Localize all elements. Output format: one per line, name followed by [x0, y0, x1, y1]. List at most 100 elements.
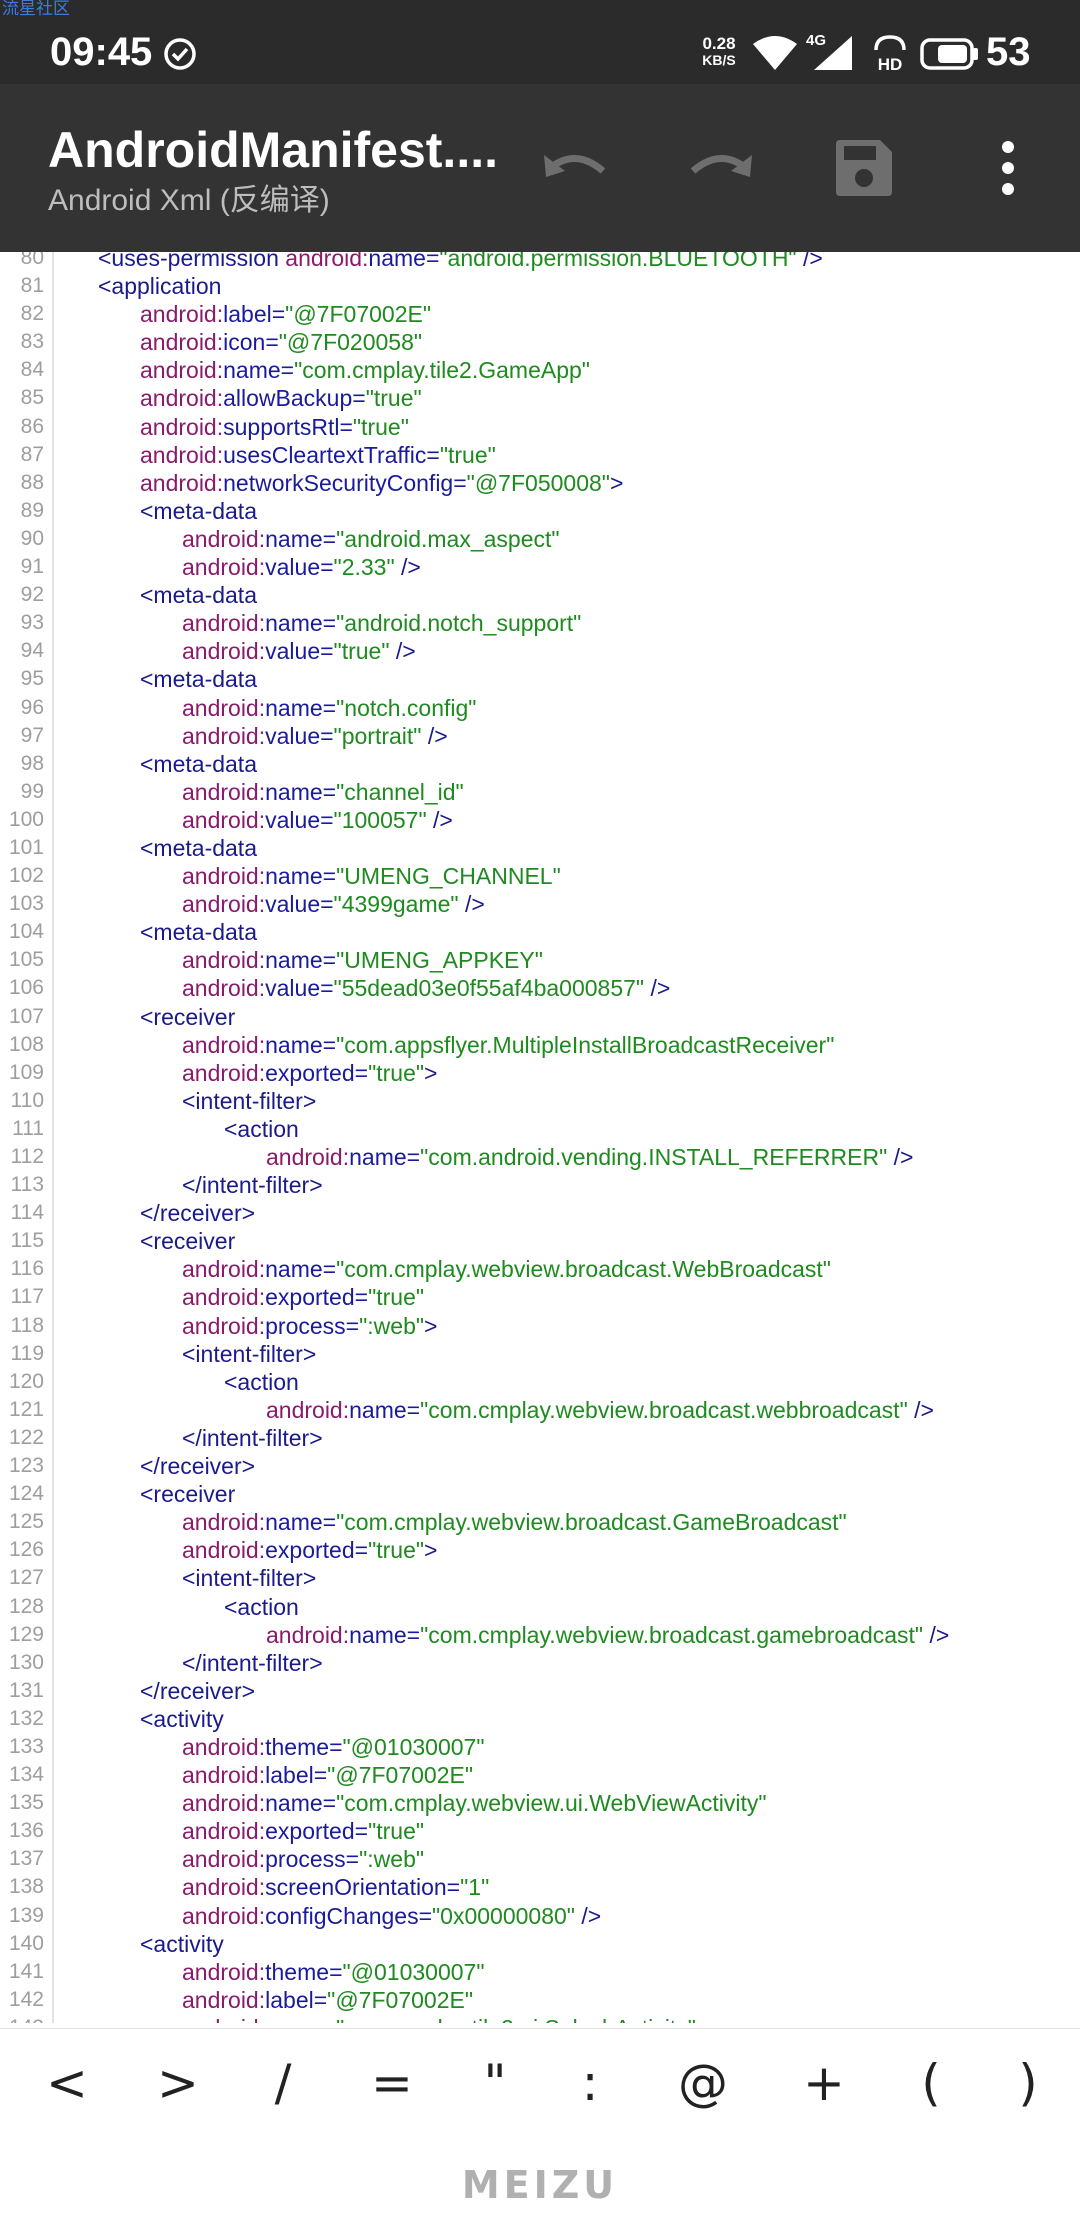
code-text: </intent-filter> — [182, 1649, 323, 1676]
line-number: 133 — [8, 1734, 44, 1758]
more-options-button[interactable] — [968, 128, 1048, 208]
symbol-key-less-than[interactable]: < — [32, 2043, 102, 2123]
code-text: android:name="UMENG_CHANNEL" — [182, 863, 561, 890]
line-number: 104 — [8, 920, 44, 944]
code-text: </receiver> — [140, 1453, 256, 1480]
code-editor[interactable]: 80 <uses-permission android:name="android… — [0, 252, 1080, 2028]
code-text: </intent-filter> — [182, 1424, 323, 1451]
code-line: 104 <meta-data — [0, 918, 1080, 946]
line-number: 129 — [8, 1622, 44, 1646]
line-number: 102 — [8, 864, 44, 888]
line-number: 92 — [20, 583, 44, 607]
battery-level: 53 — [986, 30, 1031, 74]
line-number: 106 — [8, 976, 44, 1000]
code-text: android:name="android.notch_support" — [182, 610, 582, 637]
line-number: 113 — [10, 1173, 44, 1197]
code-line: 130 </intent-filter> — [0, 1649, 1080, 1677]
code-line: 97 android:value="portrait" /> — [0, 722, 1080, 750]
code-line: 123 </receiver> — [0, 1452, 1080, 1480]
svg-text:HD: HD — [878, 55, 903, 74]
line-number: 93 — [20, 611, 44, 635]
code-line: 117 android:exported="true" — [0, 1283, 1080, 1311]
save-button[interactable] — [824, 128, 904, 208]
symbol-key-open-paren[interactable]: ( — [896, 2043, 966, 2123]
line-number: 115 — [10, 1229, 44, 1253]
line-number: 138 — [8, 1875, 44, 1899]
symbol-key-colon[interactable]: : — [555, 2043, 625, 2123]
code-text: android:exported="true"> — [182, 1537, 438, 1564]
line-number: 112 — [10, 1145, 44, 1168]
code-text: <meta-data — [140, 582, 257, 609]
undo-button[interactable] — [536, 128, 616, 208]
code-line: 85 android:allowBackup="true" — [0, 384, 1080, 412]
line-number: 90 — [20, 526, 44, 550]
status-time: 09:45 — [50, 30, 153, 74]
code-text: android:usesCleartextTraffic="true" — [140, 441, 496, 468]
code-text: android:label="@7F07002E" — [140, 301, 431, 328]
line-number: 99 — [20, 779, 44, 803]
line-number: 142 — [8, 1987, 44, 2011]
line-number: 81 — [20, 274, 44, 298]
code-text: android:name="com.appsflyer.MultipleInst… — [182, 1031, 835, 1058]
code-line: 87 android:usesCleartextTraffic="true" — [0, 441, 1080, 469]
code-text: android:networkSecurityConfig="@7F050008… — [140, 469, 624, 496]
code-line: 127 <intent-filter> — [0, 1564, 1080, 1592]
code-line: 138 android:screenOrientation="1" — [0, 1873, 1080, 1901]
code-line: 93 android:name="android.notch_support" — [0, 609, 1080, 637]
code-line: 137 android:process=":web" — [0, 1845, 1080, 1873]
symbol-key-close-paren[interactable]: ) — [993, 2043, 1063, 2123]
line-number: 111 — [12, 1116, 44, 1140]
network-speed-unit: KB/S — [702, 52, 736, 68]
code-text: android:value="portrait" /> — [182, 722, 448, 749]
symbol-key-plus[interactable]: + — [789, 2043, 859, 2123]
undo-icon — [544, 155, 606, 177]
code-text: android:name="com.cmplay.tile2.GameApp" — [140, 357, 590, 384]
code-line: 128 <action — [0, 1593, 1080, 1621]
code-line: 142 android:label="@7F07002E" — [0, 1986, 1080, 2014]
code-text: android:value="2.33" /> — [182, 554, 421, 581]
symbol-key-quote[interactable]: " — [460, 2043, 530, 2123]
code-text: </receiver> — [140, 1200, 256, 1227]
symbol-key-at[interactable]: @ — [668, 2043, 738, 2123]
line-number: 108 — [8, 1032, 44, 1056]
code-line: 122 </intent-filter> — [0, 1424, 1080, 1452]
line-number: 97 — [20, 723, 44, 747]
code-text: <intent-filter> — [182, 1565, 317, 1592]
code-line: 121 android:name="com.cmplay.webview.broa… — [0, 1396, 1080, 1424]
wifi-icon — [753, 36, 797, 70]
line-number: 137 — [8, 1847, 44, 1871]
code-line: 141 android:theme="@01030007" — [0, 1958, 1080, 1986]
code-text: </receiver> — [140, 1677, 256, 1704]
symbol-key-equals[interactable]: = — [357, 2043, 427, 2123]
code-line: 114 </receiver> — [0, 1199, 1080, 1227]
line-number: 120 — [8, 1369, 44, 1393]
code-text: android:allowBackup="true" — [140, 385, 422, 412]
battery-icon — [920, 38, 978, 70]
symbol-key-greater-than[interactable]: > — [143, 2043, 213, 2123]
code-line: 119 <intent-filter> — [0, 1340, 1080, 1368]
line-number: 118 — [10, 1313, 44, 1337]
symbol-key-slash[interactable]: / — [248, 2043, 318, 2123]
line-number: 82 — [20, 302, 44, 326]
code-line: 126 android:exported="true"> — [0, 1536, 1080, 1564]
code-line: 109 android:exported="true"> — [0, 1059, 1080, 1087]
code-text: android:label="@7F07002E" — [182, 1986, 473, 2013]
code-text: <activity — [140, 1705, 224, 1732]
code-line: 99 android:name="channel_id" — [0, 778, 1080, 806]
redo-button[interactable] — [680, 128, 760, 208]
brand-logo: MEIZU — [461, 2163, 619, 2207]
code-text: <activity — [140, 1930, 224, 1957]
line-number: 87 — [20, 442, 44, 466]
code-text: <action — [224, 1115, 299, 1142]
code-line: 94 android:value="true" /> — [0, 637, 1080, 665]
code-text: <application — [98, 273, 222, 300]
code-line: 116 android:name="com.cmplay.webview.broa… — [0, 1255, 1080, 1283]
code-text: android:name="android.max_aspect" — [182, 525, 560, 552]
code-text: android:name="com.android.vending.INSTAL… — [266, 1144, 914, 1170]
line-number: 103 — [8, 892, 44, 916]
line-number: 139 — [8, 1903, 44, 1927]
code-text: <receiver — [140, 1228, 236, 1255]
code-text: android:name="com.cmplay.webview.broadca… — [266, 1621, 950, 1648]
code-text: android:value="true" /> — [182, 638, 416, 665]
code-line: 112 android:name="com.android.vending.INS… — [0, 1143, 1080, 1171]
